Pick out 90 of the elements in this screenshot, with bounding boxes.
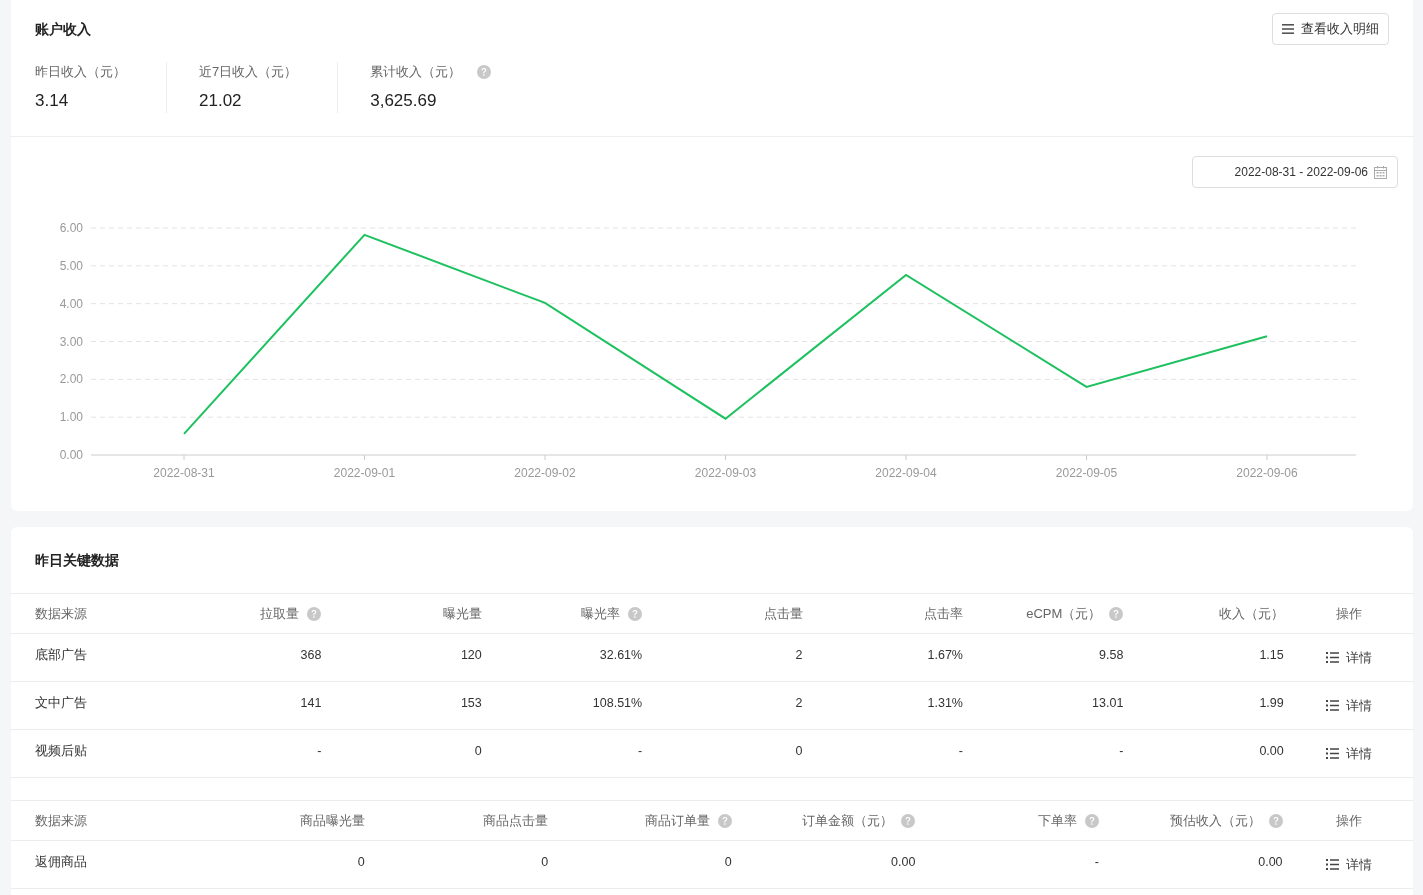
y-axis-label: 0.00 [59,448,83,462]
table-cell-text: 1.31% [927,694,963,712]
table-cell-text: 108.51% [592,694,643,712]
column-header: eCPM（元） [1026,604,1102,623]
column-header: 商品点击量 [483,811,549,830]
stat-label: 近7日收入（元） [199,63,298,81]
table-cell-text: - [1119,742,1124,760]
y-axis-label: 1.00 [59,410,83,425]
table-cell-text: 0 [795,742,803,760]
x-axis-label: 2022-09-04 [875,466,937,480]
detail-link[interactable]: 详情 [1325,854,1372,875]
column-header: 拉取量 [260,604,300,623]
list-icon [1325,859,1339,870]
x-axis-label: 2022-09-02 [514,466,576,480]
y-axis-label: 5.00 [59,258,83,273]
table-cell-text: 0 [541,853,549,871]
help-icon[interactable] [1084,813,1099,828]
help-icon[interactable] [1109,606,1124,621]
column-header: 订单金额（元） [802,811,894,830]
table-cell-text: - [638,742,643,760]
column-header: 点击量 [763,604,803,623]
y-axis-label: 4.00 [59,296,83,311]
table-cell-text: 0 [357,853,365,871]
table-cell-text: - [1094,853,1099,871]
table-cell-text: 368 [300,646,322,664]
help-icon[interactable] [628,606,643,621]
date-range-picker[interactable]: 2022-08-31 - 2022-09-06 [1192,156,1398,188]
help-icon[interactable] [717,813,732,828]
x-axis-label: 2022-09-01 [333,466,396,480]
table-cell-text: 13.01 [1092,694,1124,712]
table-cell-text: 141 [300,694,322,712]
table-cell-text: - [317,742,322,760]
card-title: 昨日关键数据 [35,550,119,570]
stat-value: 21.02 [199,89,243,112]
table-cell-text: 2 [795,694,803,712]
table-cell-text: 120 [460,646,482,664]
detail-link[interactable]: 详情 [1326,695,1373,716]
stat-label: 累计收入（元） [370,63,462,81]
table-cell-text: 视频后贴 [35,742,87,761]
table-cell-text: 返佣商品 [35,853,87,872]
column-header: 操作 [1336,604,1363,623]
column-header: 曝光率 [581,604,621,623]
help-icon[interactable] [901,813,916,828]
list-icon [1326,748,1340,759]
menu-icon [1282,24,1294,34]
column-header: 数据来源 [35,604,87,623]
table-cell-text: 0 [474,742,482,760]
stat-label: 昨日收入（元） [35,63,126,81]
x-axis-label: 2022-08-31 [153,466,215,480]
detail-link[interactable]: 详情 [1326,647,1373,668]
table-cell-text: 底部广告 [35,646,87,665]
column-header: 下单率 [1037,811,1077,830]
y-axis-label: 3.00 [59,334,83,349]
column-header: 收入（元） [1218,604,1284,623]
table-cell-text: 2 [795,646,803,664]
table-cell-text: 1.99 [1259,694,1284,712]
list-icon [1326,652,1340,663]
column-header: 操作 [1335,811,1362,830]
list-icon [1326,700,1340,711]
detail-link[interactable]: 详情 [1326,743,1373,764]
table-cell-text: 0.00 [891,853,916,871]
column-header: 点击率 [923,604,963,623]
table-cell-text: 0 [724,853,732,871]
table-cell-text: - [958,742,963,760]
column-header: 商品订单量 [644,811,710,830]
calendar-icon [1374,165,1387,179]
income-detail-button[interactable]: 查看收入明细 [1272,13,1389,45]
table-cell-text: 9.58 [1099,646,1124,664]
column-header: 曝光量 [442,604,482,623]
x-axis-label: 2022-09-06 [1236,466,1298,480]
stat-value: 3.14 [35,89,70,112]
table-cell-text: 1.67% [927,646,963,664]
x-axis-label: 2022-09-03 [694,466,757,480]
table-cell-text: 32.61% [599,646,643,664]
y-axis-label: 6.00 [59,221,83,235]
y-axis-label: 2.00 [59,372,83,387]
help-icon[interactable] [477,64,492,79]
table-cell-text: 153 [460,694,482,712]
help-icon[interactable] [1268,813,1283,828]
table-cell-text: 0.00 [1259,742,1284,760]
table-cell-text: 文中广告 [35,694,87,713]
table-cell-text: 1.15 [1259,646,1284,664]
table-cell-text: 0.00 [1258,853,1283,871]
column-header: 数据来源 [35,811,87,830]
column-header: 商品曝光量 [299,811,365,830]
card-title: 账户收入 [35,20,92,39]
x-axis-label: 2022-09-05 [1055,466,1118,480]
column-header: 预估收入（元） [1169,811,1261,830]
help-icon[interactable] [307,606,322,621]
stat-value: 3,625.69 [370,89,438,112]
